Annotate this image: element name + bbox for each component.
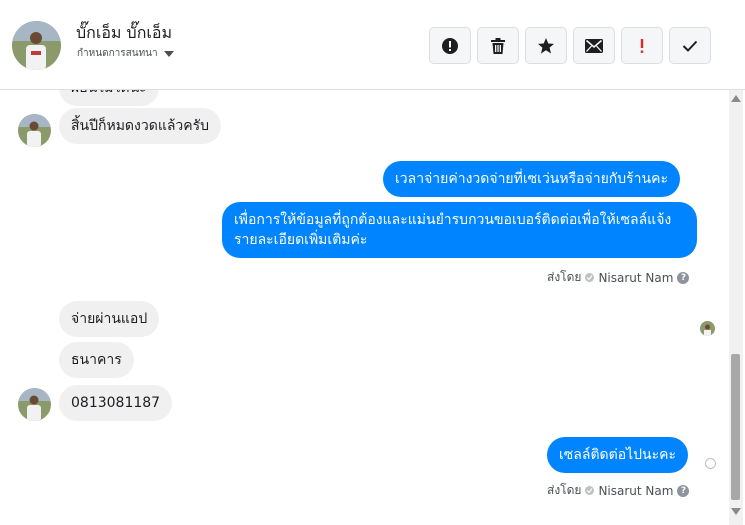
verified-icon [585,486,595,495]
caret-down-icon [163,50,174,57]
scrollbar-thumb[interactable] [731,354,740,500]
contact-name[interactable]: บั๊กเอ็ม บั๊กเอ็ม [76,21,172,46]
sender-avatar [18,388,51,421]
sender-avatar [18,114,51,147]
exclamation-icon [640,38,644,53]
trash-icon [491,37,505,54]
conversation-menu[interactable]: กำหนดการสนทนา [77,46,174,61]
alert-icon [442,37,458,54]
message-thread: ผ่อนไม่ได้นะ สิ้นปีก็หมดงวดแล้วครับ เวลา… [0,90,727,525]
incoming-message: ธนาคาร [59,342,134,378]
help-icon[interactable]: ? [677,271,690,284]
scroll-down-icon[interactable] [731,508,741,515]
sent-by-name: Nisarut Nam [598,483,674,498]
sent-by-label: ส่งโดย [547,270,582,284]
star-icon [538,37,554,53]
incoming-message: ผ่อนไม่ได้นะ [59,90,159,106]
delivered-icon [705,458,716,469]
contact-avatar[interactable] [12,21,61,70]
sent-by-info: ส่งโดย Nisarut Nam ? [547,481,690,500]
conversation-menu-label: กำหนดการสนทนา [77,48,158,59]
outgoing-message: เซลล์ติดต่อไปนะคะ [547,437,689,473]
seen-avatar [700,321,715,336]
mark-important-button[interactable] [621,27,663,64]
incoming-message: 0813081187 [59,385,173,421]
sent-by-name: Nisarut Nam [598,270,674,285]
mark-done-button[interactable] [669,27,711,64]
help-icon[interactable]: ? [677,484,690,497]
outgoing-message: เพื่อการให้ข้อมูลที่ถูกต้องและแม่นยำรบกว… [222,202,697,258]
star-button[interactable] [525,27,567,64]
delete-button[interactable] [477,27,519,64]
envelope-icon [585,38,603,53]
verified-icon [585,273,595,282]
action-toolbar [429,27,711,64]
incoming-message: สิ้นปีก็หมดงวดแล้วครับ [59,108,222,144]
outgoing-message: เวลาจ่ายค่างวดจ่ายที่เซเว่นหรือจ่ายกับร้… [383,161,680,197]
mark-unread-button[interactable] [573,27,615,64]
sent-by-label: ส่งโดย [547,483,582,497]
conversation-header: บั๊กเอ็ม บั๊กเอ็ม กำหนดการสนทนา [0,0,745,90]
scroll-up-icon[interactable] [731,95,741,102]
incoming-message: จ่ายผ่านแอป [59,301,160,337]
check-icon [682,40,698,52]
report-spam-button[interactable] [429,27,471,64]
sent-by-info: ส่งโดย Nisarut Nam ? [547,268,690,287]
